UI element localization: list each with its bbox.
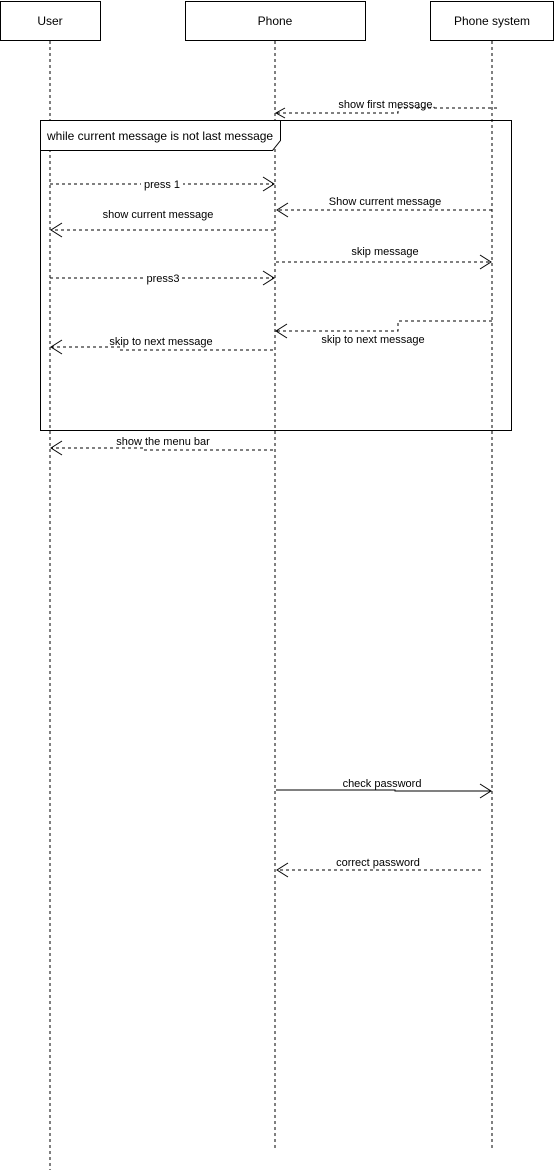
message-label: press3 (146, 273, 179, 285)
lifeline-phone-system[interactable]: Phone system (430, 1, 554, 1149)
lifeline-phone-label: Phone (258, 14, 293, 28)
message-label: press 1 (144, 179, 180, 191)
message-show-current-message-from-system[interactable]: Show current message (276, 196, 492, 218)
message-line (276, 789, 491, 792)
loop-frame-label: while current message is not last messag… (46, 129, 273, 143)
sequence-diagram: User Phone Phone system while current me… (0, 1, 554, 1171)
message-show-current-message-to-user[interactable]: show current message (50, 209, 274, 238)
message-label: correct password (336, 857, 420, 869)
message-show-first-message[interactable]: show first message. (274, 99, 497, 119)
message-show-menu-bar[interactable]: show the menu bar (50, 436, 273, 456)
loop-frame-border (40, 120, 512, 431)
message-label: skip to next message (321, 334, 424, 346)
message-press-1[interactable]: press 1 (50, 176, 275, 192)
lifeline-user[interactable]: User (0, 1, 101, 1171)
message-skip-to-next-to-user[interactable]: skip to next message (50, 336, 273, 355)
message-label: show first message. (338, 99, 435, 111)
message-label: check password (343, 778, 422, 790)
lifeline-user-label: User (37, 14, 62, 28)
lifeline-phone[interactable]: Phone (185, 1, 366, 1149)
message-check-password[interactable]: check password (276, 778, 492, 799)
message-skip-to-next-from-system[interactable]: skip to next message (275, 320, 492, 346)
message-label: show current message (103, 209, 214, 221)
loop-frame[interactable]: while current message is not last messag… (40, 120, 512, 431)
message-line (276, 320, 492, 332)
lifeline-phone-system-label: Phone system (454, 14, 530, 28)
message-label: skip to next message (109, 336, 212, 348)
message-label: Show current message (329, 196, 442, 208)
message-line (51, 447, 273, 451)
message-label: skip message (351, 246, 418, 258)
message-label: show the menu bar (116, 436, 210, 448)
message-skip-message[interactable]: skip message (276, 246, 492, 270)
message-press3[interactable]: press3 (50, 270, 275, 286)
message-correct-password[interactable]: correct password (276, 857, 481, 878)
